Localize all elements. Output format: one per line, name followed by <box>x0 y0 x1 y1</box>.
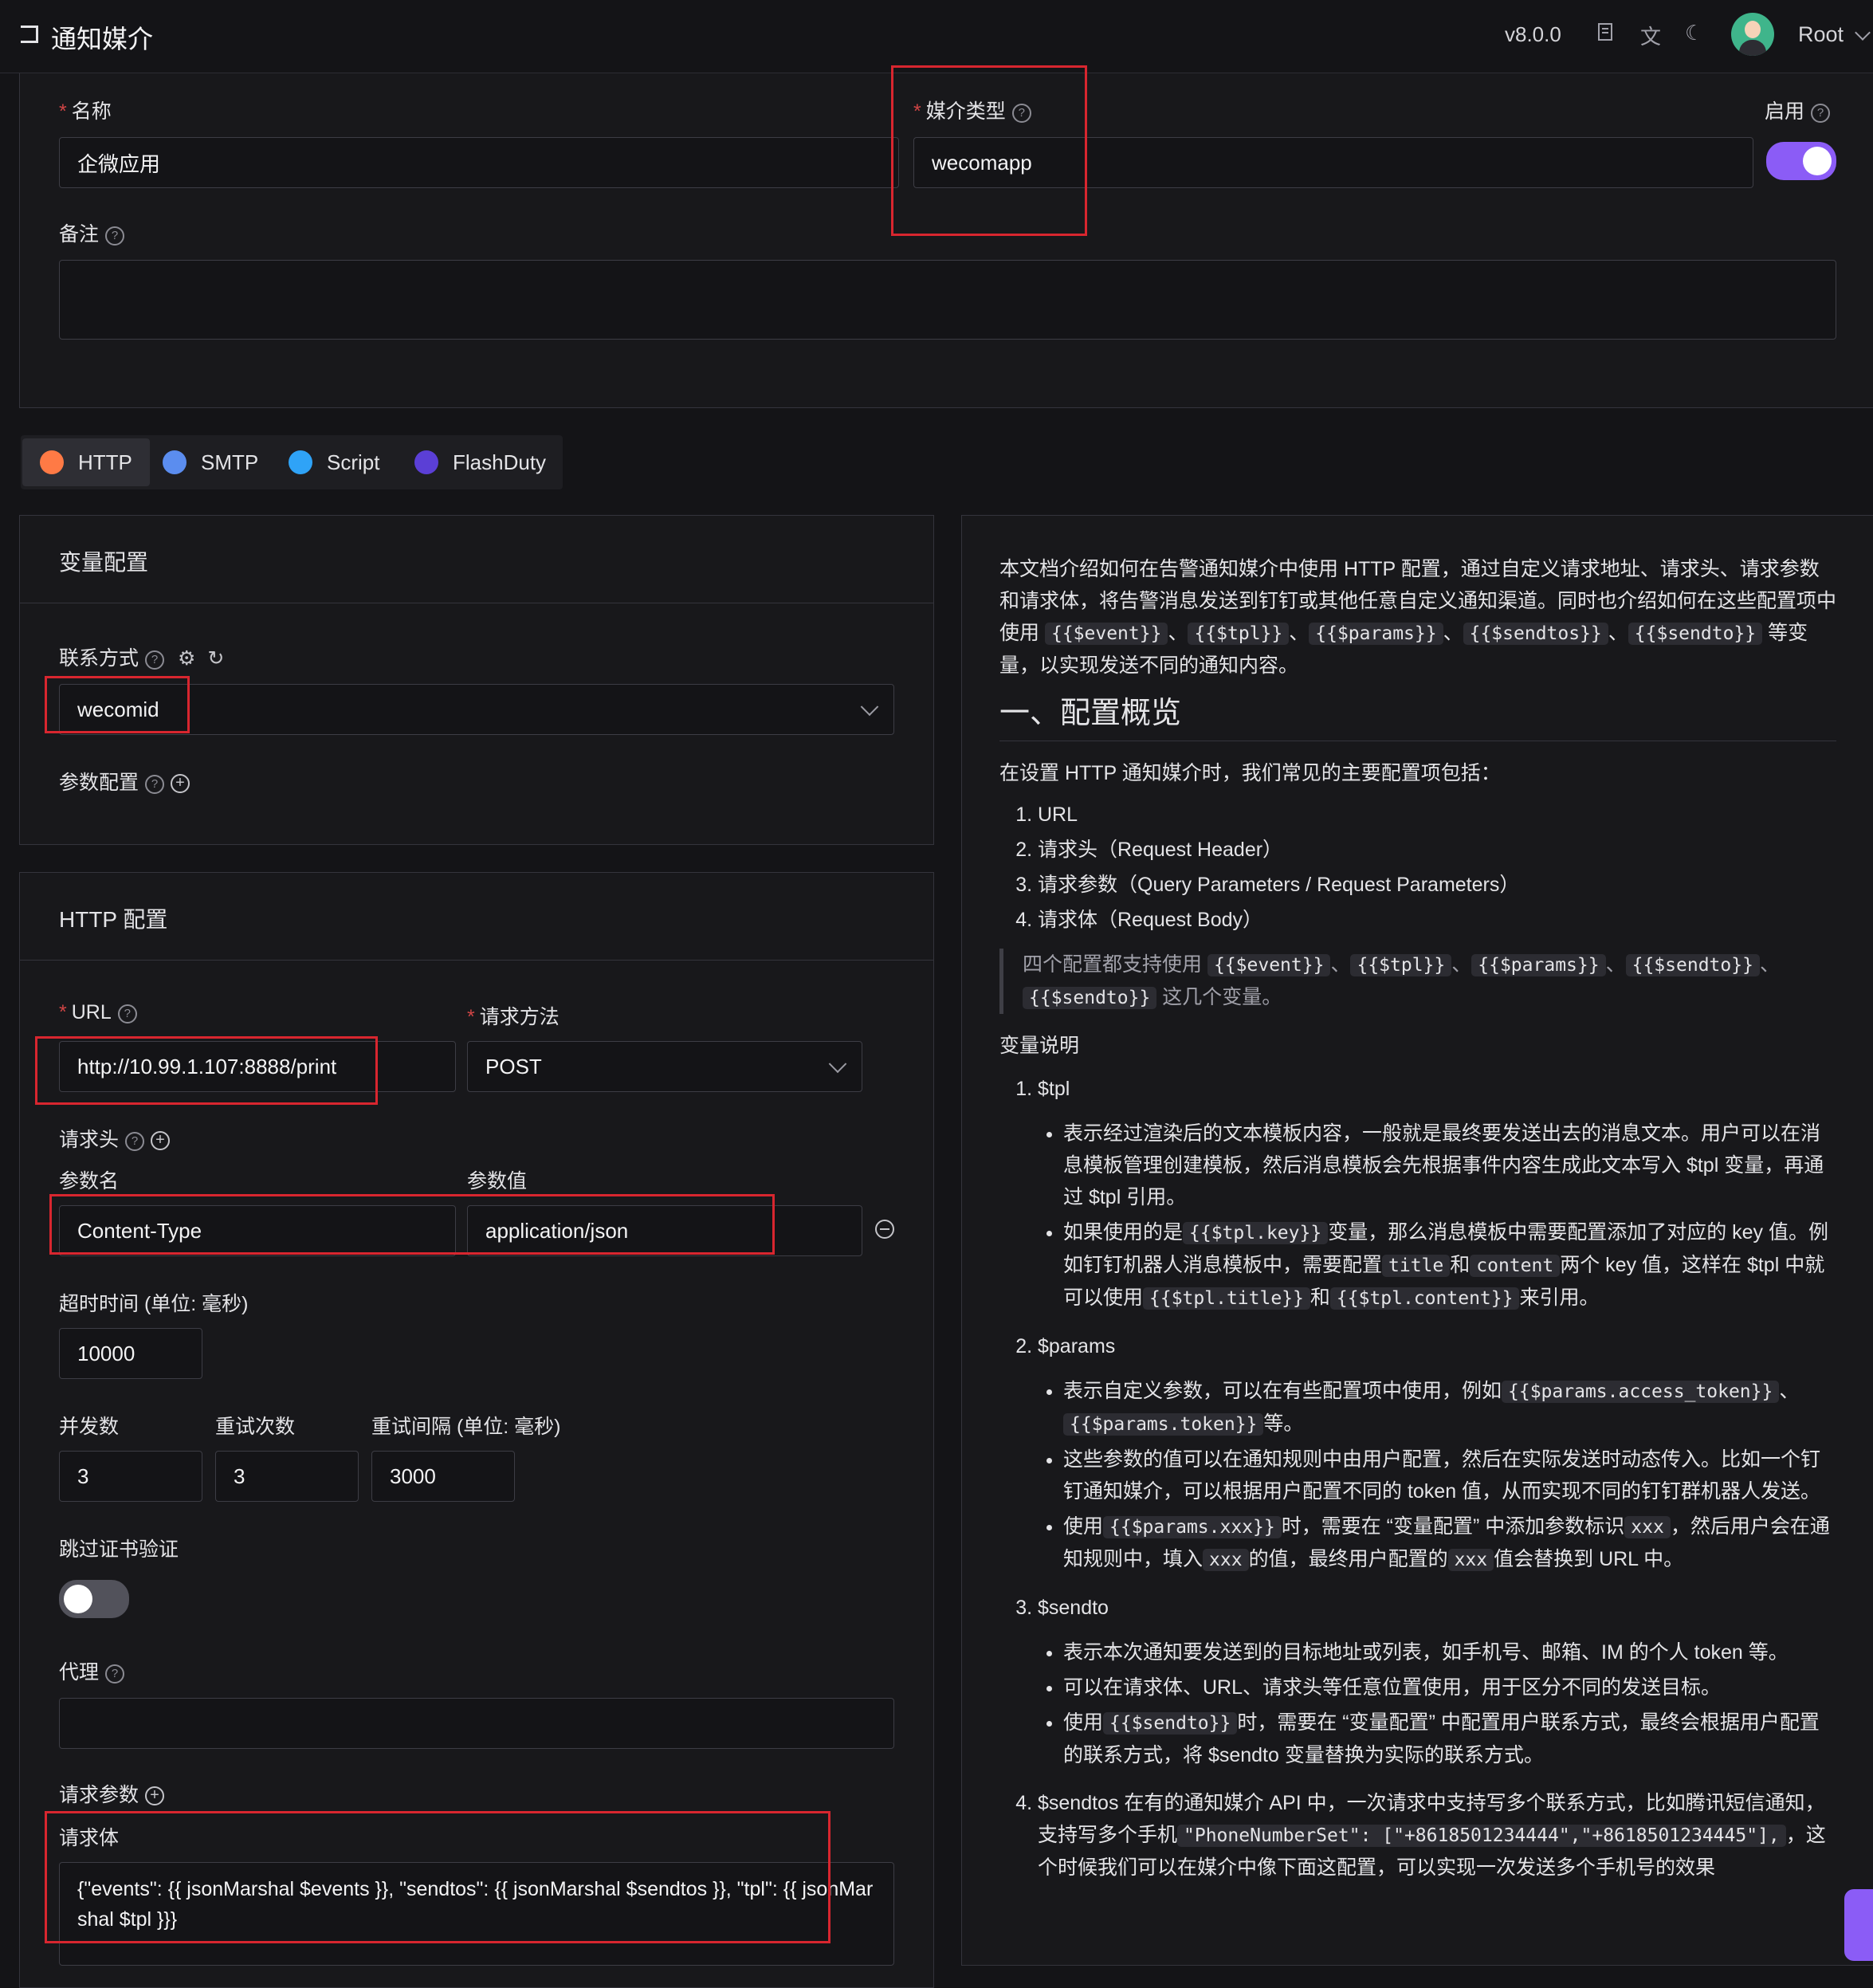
name-input[interactable]: 企微应用 <box>59 137 899 188</box>
page-title: 通知媒介 <box>51 25 154 53</box>
skip-cert-label: 跳过证书验证 <box>59 1538 179 1561</box>
contact-label: 联系方式? ⚙ ↻ <box>59 647 225 670</box>
list-item: 请求参数（Query Parameters / Request Paramete… <box>1038 867 1836 902</box>
enable-toggle[interactable] <box>1766 142 1836 180</box>
help-icon[interactable]: ? <box>145 775 165 794</box>
highlight-box <box>35 1036 378 1105</box>
chevron-down-icon[interactable] <box>1855 25 1871 41</box>
timeout-input[interactable]: 10000 <box>59 1328 202 1379</box>
chevron-down-icon <box>828 1055 847 1074</box>
list-item: 使用{{$params.xxx}}时，需要在 “变量配置” 中添加参数标识xxx… <box>1063 1511 1836 1576</box>
refresh-icon[interactable]: ↻ <box>207 647 224 670</box>
remove-icon[interactable] <box>875 1220 894 1239</box>
doc-content: 本文档介绍如何在告警通知媒介中使用 HTTP 配置，通过自定义请求地址、请求头、… <box>999 553 1836 1884</box>
list-item: 请求头（Request Header） <box>1038 832 1836 867</box>
settings-icon[interactable]: ⚙ <box>178 647 195 670</box>
note-textarea[interactable] <box>59 260 1836 340</box>
method-select[interactable]: POST <box>467 1041 862 1092</box>
flashduty-icon <box>414 450 438 474</box>
enable-label: 启用? <box>1765 96 1831 124</box>
retry-label: 重试次数 <box>215 1416 296 1438</box>
query-params-label: 请求参数 + <box>59 1779 165 1808</box>
param-value-label: 参数值 <box>467 1170 528 1192</box>
list-item: $sendtos 在有的通知媒介 API 中，一次请求中支持写多个联系方式，比如… <box>1038 1787 1836 1884</box>
list-item: 表示自定义参数，可以在有些配置项中使用，例如{{$params.access_t… <box>1063 1375 1836 1440</box>
skip-cert-toggle[interactable] <box>59 1580 129 1618</box>
doc-quote: 四个配置都支持使用 {{$event}}、 {{$tpl}}、 {{$params}… <box>999 949 1836 1014</box>
help-icon[interactable]: ? <box>125 1132 145 1151</box>
doc-var-list: $tpl 表示经过渲染后的文本模板内容，一般就是最终要发送出去的消息文本。用户可… <box>999 1073 1836 1884</box>
list-item: 使用{{$sendto}}时，需要在 “变量配置” 中配置用户联系方式，最终会根… <box>1063 1707 1836 1771</box>
avatar[interactable] <box>1731 13 1774 56</box>
highlight-box <box>49 1194 775 1255</box>
proxy-label: 代理? <box>59 1656 125 1685</box>
add-icon[interactable]: + <box>145 1786 165 1805</box>
tab-flashduty[interactable]: FlashDuty <box>414 438 546 486</box>
http-icon <box>40 450 64 474</box>
translate-icon[interactable]: 文 <box>1640 21 1661 50</box>
var-config-header <box>20 516 933 603</box>
help-icon[interactable]: ? <box>1811 104 1831 123</box>
retry-interval-input[interactable]: 3000 <box>371 1451 515 1502</box>
highlight-box <box>891 65 1087 236</box>
params-config-label: 参数配置? + <box>59 767 190 796</box>
concurrency-input[interactable]: 3 <box>59 1451 202 1502</box>
list-item: 这些参数的值可以在通知规则中由用户配置，然后在实际发送时动态传入。比如一个钉钉通… <box>1063 1444 1836 1507</box>
name-label: * 名称 <box>59 100 112 123</box>
help-icon[interactable]: ? <box>105 1664 125 1684</box>
proxy-input[interactable] <box>59 1698 894 1749</box>
add-icon[interactable]: + <box>151 1131 171 1150</box>
doc-overview-list: URL 请求头（Request Header） 请求参数（Query Param… <box>999 797 1836 937</box>
retry-input[interactable]: 3 <box>215 1451 359 1502</box>
param-name-label: 参数名 <box>59 1170 120 1192</box>
smtp-icon <box>163 450 187 474</box>
chevron-down-icon <box>860 697 879 717</box>
list-item: 可以在请求体、URL、请求头等任意位置使用，用于区分不同的发送目标。 <box>1063 1672 1836 1703</box>
method-label: * 请求方法 <box>467 1006 560 1028</box>
url-label: * URL? <box>59 1001 137 1024</box>
docs-icon[interactable] <box>1597 22 1615 49</box>
list-item: 如果使用的是{{$tpl.key}}变量，那么消息模板中需要配置添加了对应的 k… <box>1063 1216 1836 1314</box>
doc-heading-overview: 一、配置概览 <box>999 697 1836 741</box>
version-label: v8.0.0 <box>1505 22 1561 46</box>
tab-http[interactable]: HTTP <box>22 438 150 486</box>
script-icon <box>289 450 312 474</box>
list-item: 表示本次通知要发送到的目标地址或列表，如手机号、邮箱、IM 的个人 token … <box>1063 1636 1836 1668</box>
help-icon[interactable]: ? <box>105 226 125 246</box>
list-item: URL <box>1038 797 1836 832</box>
highlight-box <box>45 1811 830 1943</box>
add-icon[interactable]: + <box>171 774 190 793</box>
highlight-box <box>45 676 190 733</box>
headers-label: 请求头? + <box>59 1124 171 1153</box>
var-config-title: 变量配置 <box>59 550 149 575</box>
list-item: $tpl 表示经过渲染后的文本模板内容，一般就是最终要发送出去的消息文本。用户可… <box>1038 1073 1836 1314</box>
doc-intro: 本文档介绍如何在告警通知媒介中使用 HTTP 配置，通过自定义请求地址、请求头、… <box>999 558 1837 677</box>
tab-smtp[interactable]: SMTP <box>163 438 258 486</box>
back-icon[interactable] <box>21 26 38 43</box>
doc-overview-lead: 在设置 HTTP 通知媒介时，我们常见的主要配置项包括： <box>999 762 1501 784</box>
http-config-title: HTTP 配置 <box>59 907 168 932</box>
help-icon[interactable]: ? <box>117 1004 137 1023</box>
retry-interval-label: 重试间隔 (单位: 毫秒) <box>371 1416 561 1438</box>
help-icon[interactable]: ? <box>145 650 165 670</box>
timeout-label: 超时时间 (单位: 毫秒) <box>59 1293 249 1315</box>
dark-mode-icon[interactable]: ☾ <box>1685 21 1703 45</box>
note-label: 备注? <box>59 218 125 247</box>
top-bar: 通知媒介 v8.0.0 文 ☾ Root <box>0 0 1873 73</box>
help-float-button[interactable] <box>1844 1889 1873 1961</box>
list-item: $params 表示自定义参数，可以在有些配置项中使用，例如{{$params.… <box>1038 1330 1836 1576</box>
doc-var-heading: 变量说明 <box>999 1035 1080 1057</box>
list-item: 表示经过渲染后的文本模板内容，一般就是最终要发送出去的消息文本。用户可以在消息模… <box>1063 1118 1836 1213</box>
tab-script[interactable]: Script <box>289 438 379 486</box>
list-item: $sendto 表示本次通知要发送到的目标地址或列表，如手机号、邮箱、IM 的个… <box>1038 1592 1836 1771</box>
list-item: 请求体（Request Body） <box>1038 902 1836 937</box>
concurrency-label: 并发数 <box>59 1416 120 1438</box>
user-name[interactable]: Root <box>1798 22 1844 47</box>
